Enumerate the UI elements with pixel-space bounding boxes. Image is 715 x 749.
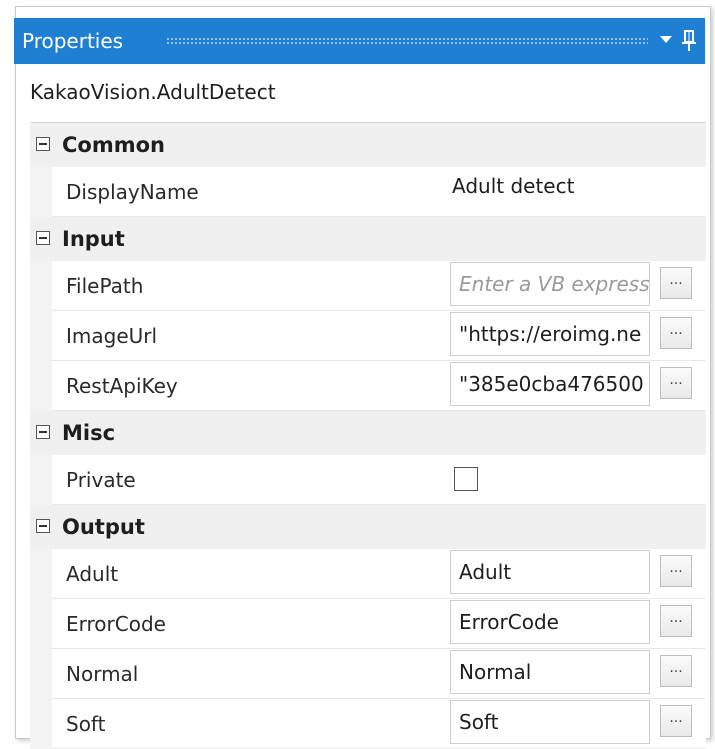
panel-titlebar: Properties [14,18,705,64]
restapikey-browse-button[interactable]: ... [660,367,692,399]
property-name: Normal [66,662,139,686]
restapikey-input[interactable]: "385e0cba476500 [450,362,650,406]
normal-browse-button[interactable]: ... [660,655,692,687]
pin-icon[interactable] [682,30,696,52]
property-row-normal: Normal Normal ... [30,649,706,699]
filepath-browse-button[interactable]: ... [660,267,692,299]
property-row-adult: Adult Adult ... [30,549,706,599]
property-name: Adult [66,562,119,586]
property-row-private: Private [30,455,706,505]
panel-title: Properties [22,29,124,53]
property-name: ErrorCode [66,612,166,636]
property-row-soft: Soft Soft ... [30,699,706,749]
property-name: FilePath [66,274,144,298]
property-row-displayname: DisplayName Adult detect [30,167,706,217]
filepath-input[interactable]: Enter a VB expression [450,262,650,306]
property-row-filepath: FilePath Enter a VB expression ... [30,261,706,311]
property-row-imageurl: ImageUrl "https://eroimg.ne ... [30,311,706,361]
normal-input[interactable]: Normal [450,650,650,694]
soft-browse-button[interactable]: ... [660,705,692,737]
errorcode-input[interactable]: ErrorCode [450,600,650,644]
category-common: Common [30,123,706,167]
category-input: Input [30,217,706,261]
category-output: Output [30,505,706,549]
property-name: Private [66,468,136,492]
imageurl-input[interactable]: "https://eroimg.ne [450,312,650,356]
property-name: ImageUrl [66,324,158,348]
property-row-restapikey: RestApiKey "385e0cba476500 ... [30,361,706,411]
property-grid: Common DisplayName Adult detect Input Fi… [30,122,706,749]
collapse-input-icon[interactable] [36,231,50,245]
imageurl-browse-button[interactable]: ... [660,317,692,349]
category-label: Common [62,133,165,157]
adult-browse-button[interactable]: ... [660,555,692,587]
private-checkbox[interactable] [454,467,478,491]
chevron-down-icon[interactable] [660,36,672,43]
errorcode-browse-button[interactable]: ... [660,605,692,637]
property-name: RestApiKey [66,374,178,398]
collapse-misc-icon[interactable] [36,425,50,439]
category-misc: Misc [30,411,706,455]
adult-input[interactable]: Adult [450,550,650,594]
collapse-output-icon[interactable] [36,519,50,533]
category-label: Misc [62,421,116,445]
property-name: Soft [66,712,106,736]
selected-activity-name: KakaoVision.AdultDetect [30,80,276,104]
property-row-errorcode: ErrorCode ErrorCode ... [30,599,706,649]
titlebar-grip[interactable] [166,37,648,45]
category-label: Input [62,227,125,251]
soft-input[interactable]: Soft [450,700,650,744]
collapse-common-icon[interactable] [36,137,50,151]
displayname-value[interactable]: Adult detect [452,173,574,199]
category-label: Output [62,515,145,539]
property-name: DisplayName [66,180,199,204]
